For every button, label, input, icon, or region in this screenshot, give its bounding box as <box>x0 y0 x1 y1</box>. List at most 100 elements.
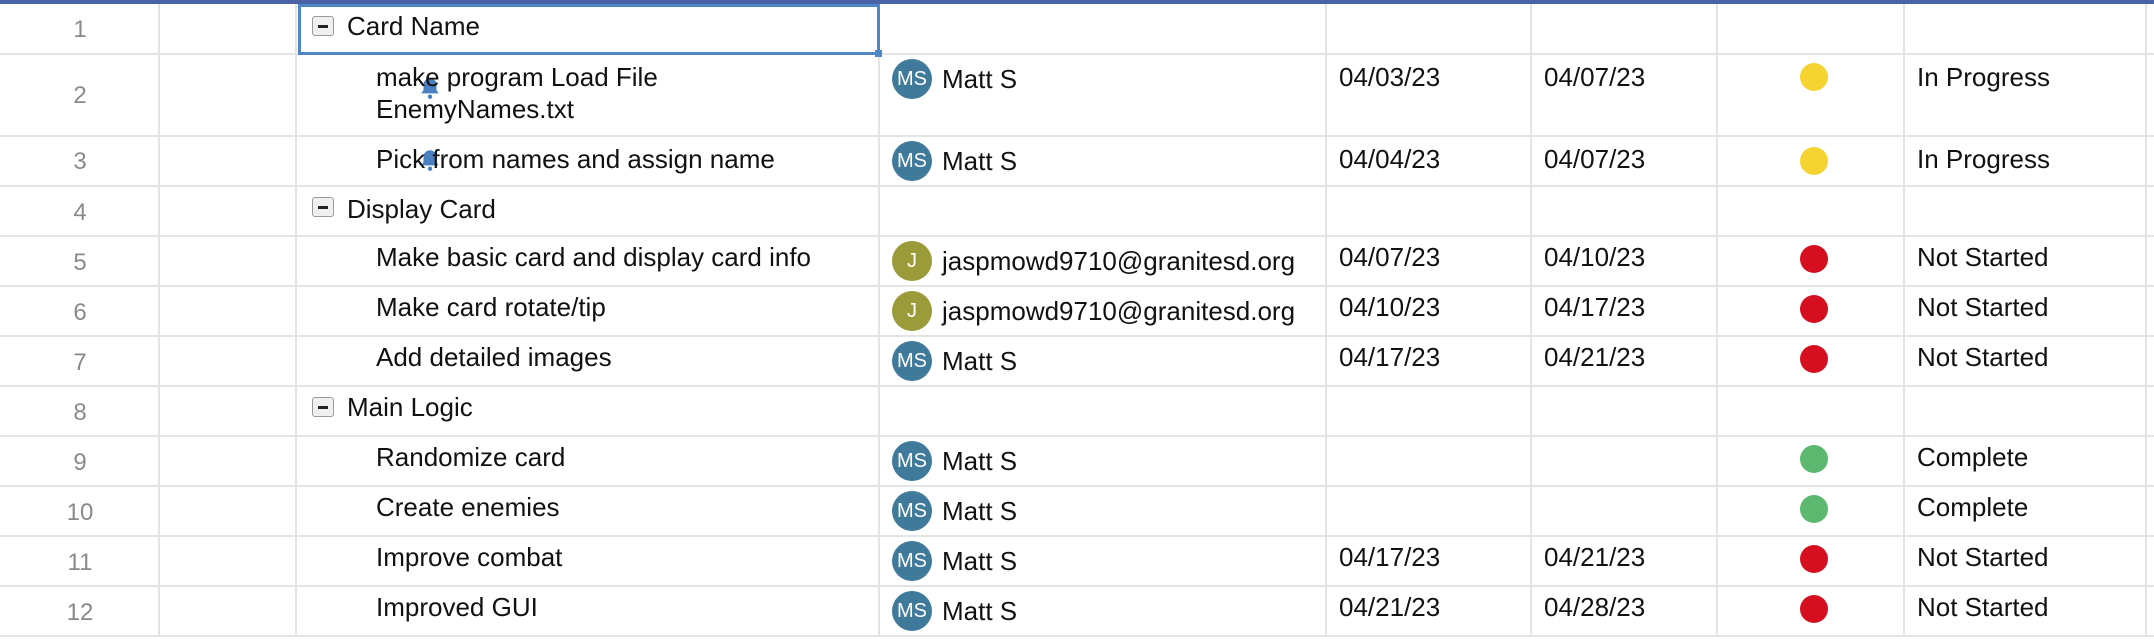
start-date-cell[interactable]: 04/10/23 <box>1327 287 1532 335</box>
assignee-cell[interactable]: J jaspmowd9710@granitesd.org <box>880 287 1327 335</box>
flag-cell[interactable] <box>160 537 297 585</box>
table-row[interactable]: 4 Display Card <box>0 187 2154 237</box>
start-date-cell[interactable] <box>1327 437 1532 485</box>
status-cell[interactable]: Complete <box>1905 487 2147 535</box>
task-cell[interactable]: Main Logic <box>297 387 880 435</box>
rag-cell[interactable] <box>1718 587 1905 635</box>
row-number-cell[interactable]: 11 <box>0 537 160 585</box>
table-row[interactable]: 3 Pick from names and assign name MS Mat… <box>0 137 2154 187</box>
end-date-cell[interactable]: 04/21/23 <box>1532 337 1718 385</box>
end-date-cell[interactable] <box>1532 437 1718 485</box>
status-cell[interactable]: Not Started <box>1905 537 2147 585</box>
row-number-cell[interactable]: 1 <box>0 4 160 53</box>
assignee-cell[interactable]: MS Matt S <box>880 55 1327 135</box>
table-row[interactable]: 12 Improved GUI MS Matt S 04/21/23 04/28… <box>0 587 2154 637</box>
assignee-cell[interactable]: MS Matt S <box>880 137 1327 185</box>
task-cell[interactable]: Randomize card <box>297 437 880 485</box>
rag-cell[interactable] <box>1718 337 1905 385</box>
flag-cell[interactable] <box>160 4 297 53</box>
flag-cell[interactable] <box>160 237 297 285</box>
collapse-toggle-icon[interactable] <box>312 397 334 417</box>
end-date-cell[interactable]: 04/07/23 <box>1532 55 1718 135</box>
row-number-cell[interactable]: 2 <box>0 55 160 135</box>
rag-cell[interactable] <box>1718 437 1905 485</box>
assignee-cell[interactable]: MS Matt S <box>880 537 1327 585</box>
row-number-cell[interactable]: 6 <box>0 287 160 335</box>
rag-cell[interactable] <box>1718 187 1905 235</box>
rag-cell[interactable] <box>1718 55 1905 135</box>
start-date-cell[interactable]: 04/17/23 <box>1327 337 1532 385</box>
row-number-cell[interactable]: 12 <box>0 587 160 635</box>
rag-cell[interactable] <box>1718 537 1905 585</box>
row-number-cell[interactable]: 3 <box>0 137 160 185</box>
flag-cell[interactable] <box>160 137 439 185</box>
status-cell[interactable]: In Progress <box>1905 137 2147 185</box>
task-cell[interactable]: Card Name <box>297 4 880 53</box>
status-cell[interactable]: Not Started <box>1905 337 2147 385</box>
start-date-cell[interactable]: 04/21/23 <box>1327 587 1532 635</box>
task-cell[interactable]: Improved GUI <box>297 587 880 635</box>
status-cell[interactable] <box>1905 387 2147 435</box>
end-date-cell[interactable]: 04/10/23 <box>1532 237 1718 285</box>
rag-cell[interactable] <box>1718 287 1905 335</box>
assignee-cell[interactable]: J jaspmowd9710@granitesd.org <box>880 237 1327 285</box>
start-date-cell[interactable] <box>1327 4 1532 53</box>
start-date-cell[interactable] <box>1327 387 1532 435</box>
table-row[interactable]: 5 Make basic card and display card info … <box>0 237 2154 287</box>
end-date-cell[interactable] <box>1532 4 1718 53</box>
flag-cell[interactable] <box>160 437 297 485</box>
assignee-cell[interactable]: MS Matt S <box>880 587 1327 635</box>
table-row[interactable]: 2 make program Load File EnemyNames.txt … <box>0 55 2154 137</box>
rag-cell[interactable] <box>1718 4 1905 53</box>
flag-cell[interactable] <box>160 487 297 535</box>
task-cell[interactable]: Make card rotate/tip <box>297 287 880 335</box>
table-row[interactable]: 7 Add detailed images MS Matt S 04/17/23… <box>0 337 2154 387</box>
task-cell[interactable]: Add detailed images <box>297 337 880 385</box>
task-cell[interactable]: Make basic card and display card info <box>297 237 880 285</box>
task-cell[interactable]: Pick from names and assign name <box>297 137 880 185</box>
row-number-cell[interactable]: 8 <box>0 387 160 435</box>
assignee-cell[interactable]: MS Matt S <box>880 487 1327 535</box>
flag-cell[interactable] <box>160 587 297 635</box>
collapse-toggle-icon[interactable] <box>312 197 334 217</box>
row-number-cell[interactable]: 9 <box>0 437 160 485</box>
row-number-cell[interactable]: 10 <box>0 487 160 535</box>
table-row[interactable]: 11 Improve combat MS Matt S 04/17/23 04/… <box>0 537 2154 587</box>
end-date-cell[interactable] <box>1532 187 1718 235</box>
end-date-cell[interactable] <box>1532 487 1718 535</box>
end-date-cell[interactable]: 04/17/23 <box>1532 287 1718 335</box>
end-date-cell[interactable]: 04/28/23 <box>1532 587 1718 635</box>
start-date-cell[interactable]: 04/04/23 <box>1327 137 1532 185</box>
table-row[interactable]: 1 Card Name <box>0 4 2154 55</box>
flag-cell[interactable] <box>160 337 297 385</box>
start-date-cell[interactable] <box>1327 487 1532 535</box>
start-date-cell[interactable] <box>1327 187 1532 235</box>
status-cell[interactable] <box>1905 187 2147 235</box>
table-row[interactable]: 6 Make card rotate/tip J jaspmowd9710@gr… <box>0 287 2154 337</box>
flag-cell[interactable] <box>160 187 297 235</box>
assignee-cell[interactable] <box>880 187 1327 235</box>
task-cell[interactable]: Create enemies <box>297 487 880 535</box>
flag-cell[interactable] <box>160 287 297 335</box>
table-row[interactable]: 9 Randomize card MS Matt S Complete <box>0 437 2154 487</box>
assignee-cell[interactable] <box>880 387 1327 435</box>
row-number-cell[interactable]: 5 <box>0 237 160 285</box>
rag-cell[interactable] <box>1718 237 1905 285</box>
status-cell[interactable]: Not Started <box>1905 587 2147 635</box>
status-cell[interactable]: Complete <box>1905 437 2147 485</box>
task-cell[interactable]: make program Load File EnemyNames.txt <box>297 55 880 135</box>
task-cell[interactable]: Improve combat <box>297 537 880 585</box>
assignee-cell[interactable] <box>880 4 1327 53</box>
end-date-cell[interactable] <box>1532 387 1718 435</box>
flag-cell[interactable] <box>160 387 297 435</box>
assignee-cell[interactable]: MS Matt S <box>880 337 1327 385</box>
row-number-cell[interactable]: 4 <box>0 187 160 235</box>
end-date-cell[interactable]: 04/21/23 <box>1532 537 1718 585</box>
rag-cell[interactable] <box>1718 387 1905 435</box>
table-row[interactable]: 10 Create enemies MS Matt S Complete <box>0 487 2154 537</box>
status-cell[interactable] <box>1905 4 2147 53</box>
start-date-cell[interactable]: 04/17/23 <box>1327 537 1532 585</box>
rag-cell[interactable] <box>1718 137 1905 185</box>
task-cell[interactable]: Display Card <box>297 187 880 235</box>
rag-cell[interactable] <box>1718 487 1905 535</box>
